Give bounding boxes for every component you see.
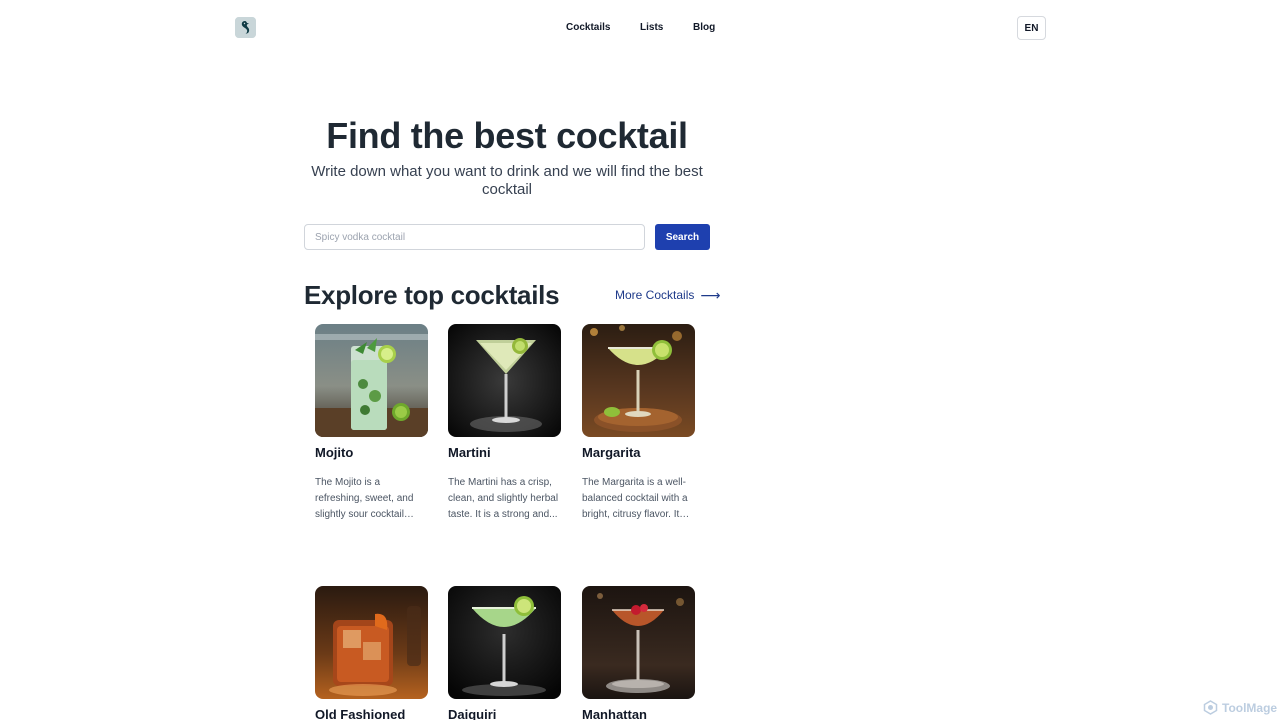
section-title: Explore top cocktails <box>304 280 560 310</box>
cocktail-card-old-fashioned[interactable]: Old Fashioned <box>315 586 430 720</box>
cocktail-image-old-fashioned[interactable] <box>315 586 428 699</box>
nav-lists[interactable]: Lists <box>640 22 663 34</box>
more-cocktails-link[interactable]: More Cocktails ⟶ <box>615 287 720 303</box>
cocktail-card-mojito[interactable]: Mojito The Mojito is a refreshing, sweet… <box>315 324 430 523</box>
cocktail-card-daiquiri[interactable]: Daiquiri <box>448 586 563 720</box>
cocktail-card-margarita[interactable]: Margarita The Margarita is a well-balanc… <box>582 324 697 523</box>
cocktail-description: The Margarita is a well-balanced cocktai… <box>582 477 688 520</box>
cocktail-name[interactable]: Old Fashioned <box>315 707 430 720</box>
cocktail-name[interactable]: Margarita <box>582 445 697 461</box>
toolmage-logo-icon <box>1203 700 1218 715</box>
search-button[interactable]: Search <box>655 224 710 250</box>
cocktail-name[interactable]: Daiquiri <box>448 707 563 720</box>
nav-cocktails[interactable]: Cocktails <box>566 22 610 34</box>
cocktail-image-mojito[interactable] <box>315 324 428 437</box>
cocktail-name[interactable]: Martini <box>448 445 563 461</box>
cocktail-name[interactable]: Mojito <box>315 445 430 461</box>
main-nav: Cocktails Lists Blog <box>0 22 1280 36</box>
search-input[interactable] <box>304 224 645 250</box>
cocktail-image-manhattan[interactable] <box>582 586 695 699</box>
cocktail-image-margarita[interactable] <box>582 324 695 437</box>
cocktail-name[interactable]: Manhattan <box>582 707 697 720</box>
cocktail-description: The Mojito is a refreshing, sweet, and s… <box>315 477 414 520</box>
cocktail-image-daiquiri[interactable] <box>448 586 561 699</box>
nav-blog[interactable]: Blog <box>693 22 715 34</box>
cocktail-image-martini[interactable] <box>448 324 561 437</box>
more-cocktails-label: More Cocktails <box>615 288 695 302</box>
cocktail-card-martini[interactable]: Martini The Martini has a crisp, clean, … <box>448 324 563 523</box>
arrow-right-icon: ⟶ <box>700 287 721 303</box>
cocktail-card-manhattan[interactable]: Manhattan <box>582 586 697 720</box>
cocktail-description: The Martini has a crisp, clean, and slig… <box>448 477 559 520</box>
watermark: ToolMage <box>1203 700 1277 715</box>
page-title: Find the best cocktail <box>326 115 688 156</box>
watermark-text: ToolMage <box>1222 700 1278 715</box>
page-subtitle: Write down what you want to drink and we… <box>311 163 703 198</box>
language-selector[interactable]: EN <box>1017 16 1046 40</box>
